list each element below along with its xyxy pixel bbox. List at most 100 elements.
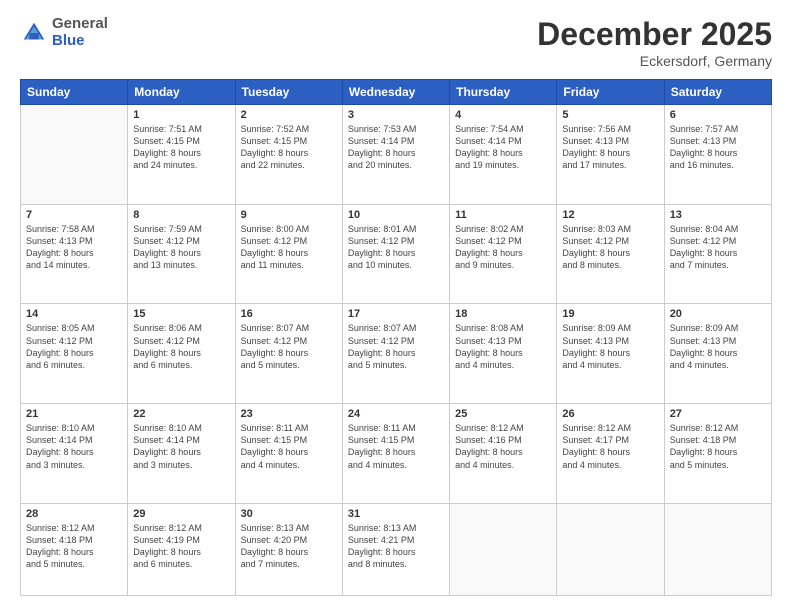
logo-icon [20,19,48,47]
table-row: 10 Sunrise: 8:01 AMSunset: 4:12 PMDayligh… [342,204,449,304]
logo-blue-label: Blue [52,33,108,50]
table-row [664,503,771,595]
table-row: 9 Sunrise: 8:00 AMSunset: 4:12 PMDaylight… [235,204,342,304]
day-info: Sunrise: 8:02 AMSunset: 4:12 PMDaylight:… [455,223,551,272]
table-row: 24Sunrise: 8:11 AMSunset: 4:15 PMDayligh… [342,404,449,504]
day-number: 22 [133,408,229,420]
day-info: Sunrise: 8:12 AMSunset: 4:18 PMDaylight:… [26,522,122,571]
day-number: 25 [455,408,551,420]
day-info: Sunrise: 8:06 AMSunset: 4:12 PMDaylight:… [133,322,229,371]
day-number: 30 [241,508,337,520]
day-info: Sunrise: 7:51 AMSunset: 4:15 PMDaylight:… [133,123,229,172]
day-number: 15 [133,308,229,320]
table-row: 1 Sunrise: 7:51 AMSunset: 4:15 PMDaylight… [128,105,235,205]
day-number: 26 [562,408,658,420]
day-number: 12 [562,209,658,221]
month-title: December 2025 [537,16,772,53]
day-info: Sunrise: 7:53 AMSunset: 4:14 PMDaylight:… [348,123,444,172]
day-number: 19 [562,308,658,320]
day-number: 18 [455,308,551,320]
table-row: 22 Sunrise: 8:10 AMSunset: 4:14 PMDayligh… [128,404,235,504]
table-row: 25 Sunrise: 8:12 AMSunset: 4:16 PMDayligh… [450,404,557,504]
table-row: 17 Sunrise: 8:07 AMSunset: 4:12 PMDayligh… [342,304,449,404]
day-number: 24 [348,408,444,420]
day-number: 9 [241,209,337,221]
table-row: 12 Sunrise: 8:03 AMSunset: 4:12 PMDayligh… [557,204,664,304]
day-info: Sunrise: 8:04 AMSunset: 4:12 PMDaylight:… [670,223,766,272]
day-number: 23 [241,408,337,420]
day-number: 31 [348,508,444,520]
table-row: 7Sunrise: 7:58 AMSunset: 4:13 PMDaylight… [21,204,128,304]
day-number: 17 [348,308,444,320]
day-info: Sunrise: 8:07 AMSunset: 4:12 PMDaylight:… [348,322,444,371]
day-number: 4 [455,109,551,121]
day-info: Sunrise: 8:10 AMSunset: 4:14 PMDaylight:… [133,422,229,471]
table-row: 30 Sunrise: 8:13 AMSunset: 4:20 PMDayligh… [235,503,342,595]
table-row: 6Sunrise: 7:57 AMSunset: 4:13 PMDaylight… [664,105,771,205]
day-number: 8 [133,209,229,221]
day-info: Sunrise: 8:12 AMSunset: 4:18 PMDaylight:… [670,422,766,471]
day-number: 3 [348,109,444,121]
table-row: 20Sunrise: 8:09 AMSunset: 4:13 PMDayligh… [664,304,771,404]
table-row: 13Sunrise: 8:04 AMSunset: 4:12 PMDayligh… [664,204,771,304]
table-row: 29Sunrise: 8:12 AMSunset: 4:19 PMDayligh… [128,503,235,595]
logo-general-label: General [52,16,108,33]
table-row: 15 Sunrise: 8:06 AMSunset: 4:12 PMDayligh… [128,304,235,404]
table-row [557,503,664,595]
day-number: 11 [455,209,551,221]
header-sunday: Sunday [21,80,128,105]
day-number: 14 [26,308,122,320]
table-row: 8 Sunrise: 7:59 AMSunset: 4:12 PMDaylight… [128,204,235,304]
table-row: 28 Sunrise: 8:12 AMSunset: 4:18 PMDayligh… [21,503,128,595]
page: General Blue December 2025 Eckersdorf, G… [0,0,792,612]
day-number: 27 [670,408,766,420]
day-info: Sunrise: 7:56 AMSunset: 4:13 PMDaylight:… [562,123,658,172]
day-number: 6 [670,109,766,121]
day-number: 5 [562,109,658,121]
day-info: Sunrise: 8:13 AMSunset: 4:20 PMDaylight:… [241,522,337,571]
day-number: 1 [133,109,229,121]
day-info: Sunrise: 8:13 AMSunset: 4:21 PMDaylight:… [348,522,444,571]
header-friday: Friday [557,80,664,105]
header-wednesday: Wednesday [342,80,449,105]
table-row: 3 Sunrise: 7:53 AMSunset: 4:14 PMDaylight… [342,105,449,205]
header: General Blue December 2025 Eckersdorf, G… [20,16,772,69]
table-row: 5 Sunrise: 7:56 AMSunset: 4:13 PMDaylight… [557,105,664,205]
location-label: Eckersdorf, Germany [537,53,772,69]
table-row: 26Sunrise: 8:12 AMSunset: 4:17 PMDayligh… [557,404,664,504]
table-row: 2 Sunrise: 7:52 AMSunset: 4:15 PMDaylight… [235,105,342,205]
table-row: 14 Sunrise: 8:05 AMSunset: 4:12 PMDayligh… [21,304,128,404]
calendar-table: Sunday Monday Tuesday Wednesday Thursday… [20,79,772,596]
day-info: Sunrise: 8:07 AMSunset: 4:12 PMDaylight:… [241,322,337,371]
table-row: 21Sunrise: 8:10 AMSunset: 4:14 PMDayligh… [21,404,128,504]
day-info: Sunrise: 7:52 AMSunset: 4:15 PMDaylight:… [241,123,337,172]
day-info: Sunrise: 8:12 AMSunset: 4:16 PMDaylight:… [455,422,551,471]
day-number: 16 [241,308,337,320]
table-row: 23Sunrise: 8:11 AMSunset: 4:15 PMDayligh… [235,404,342,504]
header-saturday: Saturday [664,80,771,105]
day-info: Sunrise: 8:09 AMSunset: 4:13 PMDaylight:… [670,322,766,371]
day-number: 28 [26,508,122,520]
header-monday: Monday [128,80,235,105]
table-row: 27 Sunrise: 8:12 AMSunset: 4:18 PMDayligh… [664,404,771,504]
day-info: Sunrise: 8:03 AMSunset: 4:12 PMDaylight:… [562,223,658,272]
day-info: Sunrise: 8:01 AMSunset: 4:12 PMDaylight:… [348,223,444,272]
table-row: 19Sunrise: 8:09 AMSunset: 4:13 PMDayligh… [557,304,664,404]
day-info: Sunrise: 7:54 AMSunset: 4:14 PMDaylight:… [455,123,551,172]
day-info: Sunrise: 8:00 AMSunset: 4:12 PMDaylight:… [241,223,337,272]
header-thursday: Thursday [450,80,557,105]
day-number: 2 [241,109,337,121]
day-info: Sunrise: 8:08 AMSunset: 4:13 PMDaylight:… [455,322,551,371]
logo-text: General Blue [52,16,108,49]
table-row: 4 Sunrise: 7:54 AMSunset: 4:14 PMDaylight… [450,105,557,205]
table-row [450,503,557,595]
day-info: Sunrise: 8:05 AMSunset: 4:12 PMDaylight:… [26,322,122,371]
table-row: 18 Sunrise: 8:08 AMSunset: 4:13 PMDayligh… [450,304,557,404]
weekday-header-row: Sunday Monday Tuesday Wednesday Thursday… [21,80,772,105]
day-info: Sunrise: 7:59 AMSunset: 4:12 PMDaylight:… [133,223,229,272]
table-row: 11 Sunrise: 8:02 AMSunset: 4:12 PMDayligh… [450,204,557,304]
table-row: 31 Sunrise: 8:13 AMSunset: 4:21 PMDayligh… [342,503,449,595]
day-number: 10 [348,209,444,221]
logo: General Blue [20,16,108,49]
table-row: 16 Sunrise: 8:07 AMSunset: 4:12 PMDayligh… [235,304,342,404]
